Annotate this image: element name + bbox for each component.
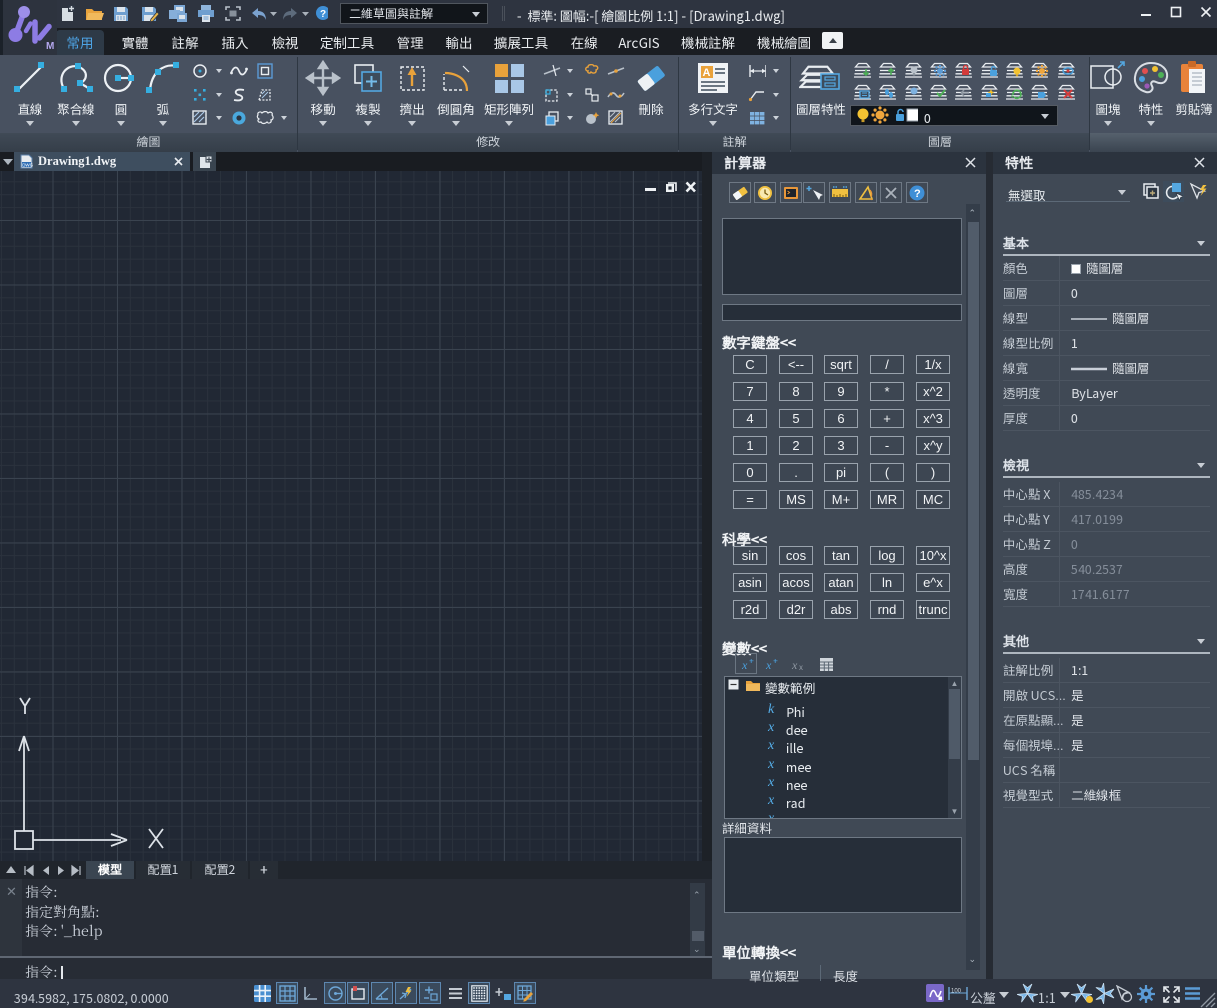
svg-text:x: x [791, 658, 798, 672]
svg-text:x: x [765, 658, 772, 672]
svg-text:?: ? [320, 9, 326, 20]
svg-text:A: A [703, 67, 711, 79]
svg-text:M: M [46, 41, 54, 52]
svg-text:100: 100 [951, 989, 962, 995]
svg-text:?: ? [914, 188, 921, 200]
svg-text:DWG: DWG [22, 163, 33, 168]
svg-text:+: + [773, 656, 778, 667]
svg-text:x: x [799, 662, 803, 673]
